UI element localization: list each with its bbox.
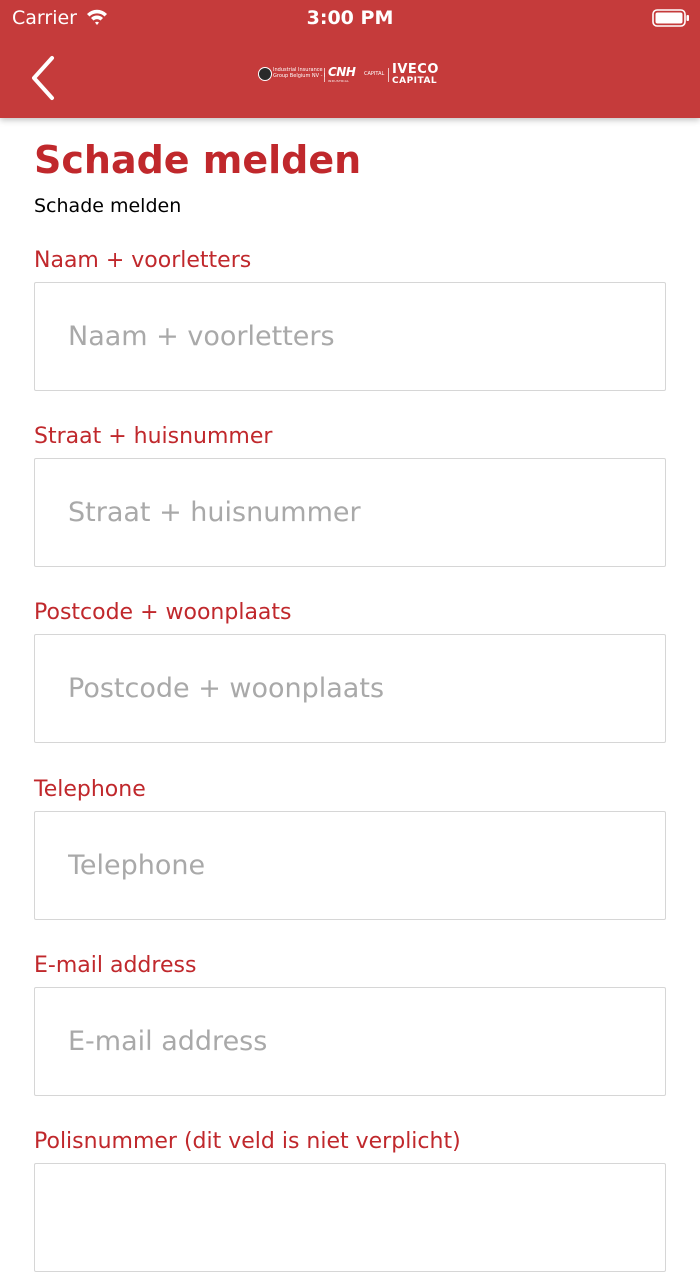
postcode-input[interactable]: [34, 634, 666, 743]
cnh-industrial-text: INDUSTRIAL: [328, 79, 350, 83]
field-label: Telephone: [34, 777, 146, 802]
cnh-logo: CNH: [328, 65, 356, 79]
field-label: Postcode + woonplaats: [34, 600, 292, 625]
logo-divider: [388, 68, 389, 82]
logo-divider: [324, 68, 325, 82]
brand-logos: Industrial Insurance Group Belgium NV - …: [256, 60, 446, 90]
status-bar: Carrier 3:00 PM: [0, 0, 700, 36]
cnh-capital-text: CAPITAL: [364, 71, 385, 77]
field-label: Straat + huisnummer: [34, 424, 273, 449]
street-input[interactable]: [34, 458, 666, 567]
iveco-capital-text: CAPITAL: [392, 76, 438, 86]
email-input[interactable]: [34, 987, 666, 1096]
policy-number-input[interactable]: [34, 1163, 666, 1272]
status-time: 3:00 PM: [306, 7, 394, 29]
navigation-bar: Industrial Insurance Group Belgium NV - …: [0, 36, 700, 118]
back-button[interactable]: [20, 44, 68, 104]
battery-icon: [652, 9, 689, 27]
app-header: Carrier 3:00 PM Industrial Insurance Gro…: [0, 0, 700, 118]
insurance-seal-logo: [258, 67, 272, 81]
chevron-left-icon: [32, 56, 54, 100]
page-title: Schade melden: [34, 138, 362, 182]
field-label: E-mail address: [34, 953, 197, 978]
field-label: Polisnummer (dit veld is niet verplicht): [34, 1129, 461, 1154]
name-input[interactable]: [34, 282, 666, 391]
telephone-input[interactable]: [34, 811, 666, 920]
page-subtitle: Schade melden: [34, 195, 182, 217]
field-label: Naam + voorletters: [34, 248, 252, 273]
iveco-logo: IVECO: [392, 62, 439, 77]
